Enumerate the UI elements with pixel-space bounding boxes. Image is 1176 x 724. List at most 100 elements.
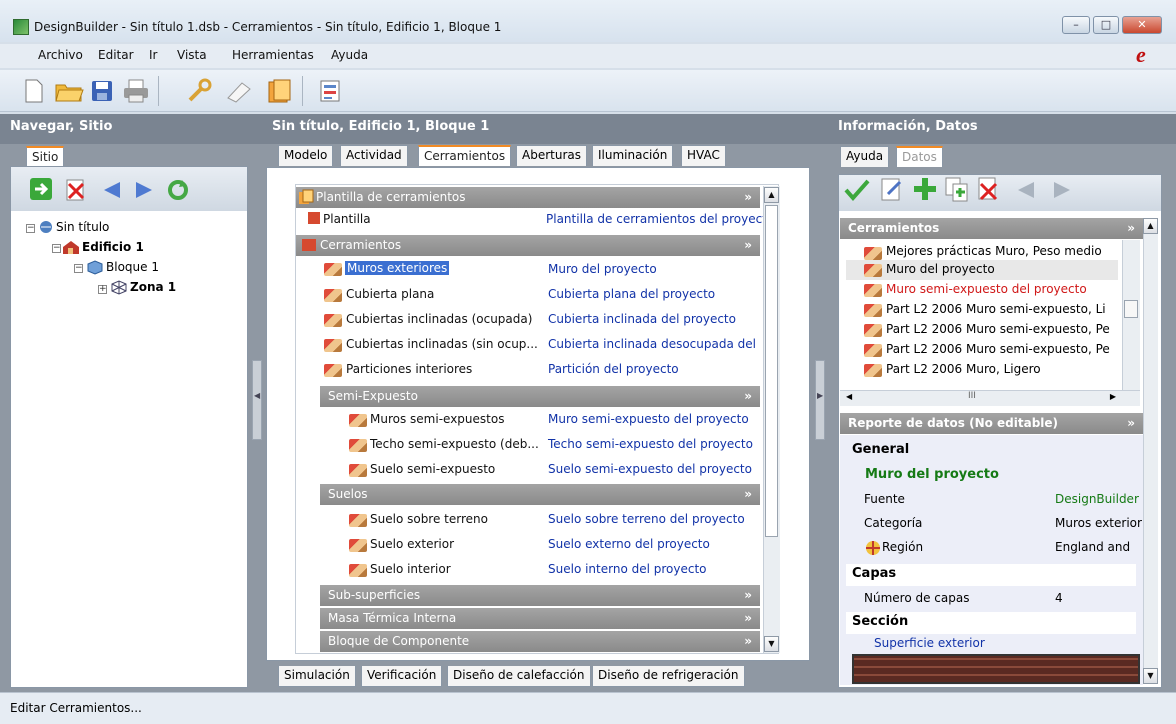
row-cubiertas-inclinadas-sin-ocupar-value[interactable]: Cubierta inclinada desocupada del: [548, 337, 756, 351]
list-item[interactable]: Part L2 2006 Muro, Ligero: [886, 362, 1041, 376]
tab-modelo[interactable]: Modelo: [278, 145, 334, 166]
forward-arrow-icon[interactable]: [134, 180, 156, 200]
row-muros-exteriores[interactable]: Muros exteriores: [345, 261, 450, 275]
back-arrow-icon[interactable]: [1014, 180, 1036, 200]
info-panel-scrollbar[interactable]: [1143, 234, 1158, 668]
tree-collapse-toggle[interactable]: −: [74, 264, 83, 273]
print-icon[interactable]: [122, 78, 150, 104]
row-muros-exteriores-value[interactable]: Muro del proyecto: [548, 262, 657, 276]
edit-icon[interactable]: [880, 176, 904, 202]
row-suelo-semi-expuesto[interactable]: Suelo semi-expuesto: [370, 462, 495, 476]
tab-diseno-calefaccion[interactable]: Diseño de calefacción: [447, 666, 591, 687]
tree-item-zone[interactable]: Zona 1: [130, 280, 176, 294]
panel-scroll-up-button[interactable]: ▲: [1143, 218, 1158, 234]
tab-ayuda[interactable]: Ayuda: [840, 146, 890, 167]
delete-icon[interactable]: [64, 178, 88, 202]
template-row-value[interactable]: Plantilla de cerramientos del proyect: [546, 212, 767, 226]
data-report-header[interactable]: Reporte de datos (No editable) »: [840, 413, 1143, 434]
row-suelo-exterior-value[interactable]: Suelo externo del proyecto: [548, 537, 710, 551]
list-item[interactable]: Part L2 2006 Muro semi-expuesto, Pe: [886, 322, 1110, 336]
delete-icon[interactable]: [976, 176, 1002, 202]
row-cubiertas-inclinadas-ocupada[interactable]: Cubiertas inclinadas (ocupada): [346, 312, 532, 326]
open-folder-icon[interactable]: [54, 78, 84, 104]
list-scroll-thumb[interactable]: [1124, 300, 1138, 318]
tree-item-site[interactable]: Sin título: [56, 220, 109, 234]
left-splitter-handle[interactable]: ◀: [252, 360, 262, 440]
go-icon[interactable]: [30, 178, 52, 200]
row-suelo-exterior[interactable]: Suelo exterior: [370, 537, 454, 551]
tab-diseno-refrigeracion[interactable]: Diseño de refrigeración: [592, 666, 745, 687]
group-constructions-header[interactable]: Cerramientos »: [296, 235, 760, 256]
list-item[interactable]: Muro semi-expuesto del proyecto: [886, 282, 1087, 296]
menu-editar[interactable]: Editar: [98, 48, 134, 62]
menu-ayuda[interactable]: Ayuda: [331, 48, 368, 62]
row-muros-semi-expuestos[interactable]: Muros semi-expuestos: [370, 412, 504, 426]
row-muros-semi-expuestos-value[interactable]: Muro semi-expuesto del proyecto: [548, 412, 749, 426]
tab-actividad[interactable]: Actividad: [340, 145, 408, 166]
new-file-icon[interactable]: [22, 78, 46, 104]
wrench-icon[interactable]: [186, 78, 214, 104]
tab-verificacion[interactable]: Verificación: [361, 666, 443, 687]
scroll-down-button[interactable]: ▼: [764, 636, 779, 652]
tab-aberturas[interactable]: Aberturas: [516, 145, 587, 166]
save-icon[interactable]: [90, 78, 114, 104]
list-item[interactable]: Mejores prácticas Muro, Peso medio: [886, 244, 1102, 258]
list-item[interactable]: Part L2 2006 Muro semi-expuesto, Li: [886, 302, 1106, 316]
tree-expand-toggle[interactable]: +: [98, 285, 107, 294]
right-splitter-handle[interactable]: ▶: [815, 360, 825, 440]
scroll-up-button[interactable]: ▲: [764, 187, 779, 203]
copy-icon[interactable]: [944, 176, 970, 202]
tab-simulacion[interactable]: Simulación: [278, 666, 356, 687]
row-techo-semi-expuesto[interactable]: Techo semi-expuesto (deb...: [370, 437, 539, 451]
group-template-header[interactable]: Plantilla de cerramientos »: [296, 187, 760, 208]
group-masa-termica-header[interactable]: Masa Térmica Interna »: [320, 608, 760, 629]
list-horizontal-scrollbar[interactable]: ◀ III ▶: [840, 390, 1140, 406]
row-cubierta-plana[interactable]: Cubierta plana: [346, 287, 434, 301]
forward-arrow-icon[interactable]: [1052, 180, 1074, 200]
tab-datos[interactable]: Datos: [896, 146, 943, 167]
tab-sitio[interactable]: Sitio: [26, 146, 65, 167]
refresh-icon[interactable]: [166, 178, 190, 202]
row-cubiertas-inclinadas-sin-ocupar[interactable]: Cubiertas inclinadas (sin ocup...: [346, 337, 538, 351]
menu-vista[interactable]: Vista: [177, 48, 207, 62]
row-suelo-interior[interactable]: Suelo interior: [370, 562, 451, 576]
row-suelo-sobre-terreno[interactable]: Suelo sobre terreno: [370, 512, 488, 526]
tab-iluminacion[interactable]: Iluminación: [592, 145, 674, 166]
tab-hvac[interactable]: HVAC: [681, 145, 726, 166]
tree-item-building[interactable]: Edificio 1: [82, 240, 144, 254]
panel-scroll-down-button[interactable]: ▼: [1143, 668, 1158, 684]
row-cubiertas-inclinadas-ocupada-value[interactable]: Cubierta inclinada del proyecto: [548, 312, 736, 326]
model-options-icon[interactable]: [318, 78, 342, 104]
templates-icon[interactable]: [266, 78, 294, 104]
group-bloque-componente-header[interactable]: Bloque de Componente »: [320, 631, 760, 652]
close-button[interactable]: ✕: [1122, 16, 1162, 34]
scroll-thumb[interactable]: [765, 205, 778, 537]
eraser-icon[interactable]: [222, 78, 254, 104]
check-icon[interactable]: [844, 178, 870, 202]
list-item-selected[interactable]: Muro del proyecto: [886, 262, 995, 276]
row-suelo-sobre-terreno-value[interactable]: Suelo sobre terreno del proyecto: [548, 512, 745, 526]
add-icon[interactable]: [912, 176, 938, 202]
menu-archivo[interactable]: Archivo: [38, 48, 83, 62]
row-cubierta-plana-value[interactable]: Cubierta plana del proyecto: [548, 287, 715, 301]
row-particiones-interiores[interactable]: Particiones interiores: [346, 362, 472, 376]
row-techo-semi-expuesto-value[interactable]: Techo semi-expuesto del proyecto: [548, 437, 753, 451]
row-suelo-interior-value[interactable]: Suelo interno del proyecto: [548, 562, 707, 576]
tab-cerramientos[interactable]: Cerramientos: [418, 145, 512, 166]
row-particiones-interiores-value[interactable]: Partición del proyecto: [548, 362, 679, 376]
tree-collapse-toggle[interactable]: −: [52, 244, 61, 253]
list-item[interactable]: Part L2 2006 Muro semi-expuesto, Pe: [886, 342, 1110, 356]
constructions-list-header[interactable]: Cerramientos »: [840, 218, 1143, 239]
construction-icon: [324, 364, 342, 377]
maximize-button[interactable]: □: [1093, 16, 1119, 34]
menu-ir[interactable]: Ir: [149, 48, 157, 62]
tree-item-block[interactable]: Bloque 1: [106, 260, 159, 274]
group-sub-superficies-header[interactable]: Sub-superficies »: [320, 585, 760, 606]
group-semi-expuesto-header[interactable]: Semi-Expuesto »: [320, 386, 760, 407]
group-suelos-header[interactable]: Suelos »: [320, 484, 760, 505]
tree-collapse-toggle[interactable]: −: [26, 224, 35, 233]
menu-herramientas[interactable]: Herramientas: [232, 48, 314, 62]
row-suelo-semi-expuesto-value[interactable]: Suelo semi-expuesto del proyecto: [548, 462, 752, 476]
back-arrow-icon[interactable]: [100, 180, 122, 200]
minimize-button[interactable]: –: [1062, 16, 1090, 34]
